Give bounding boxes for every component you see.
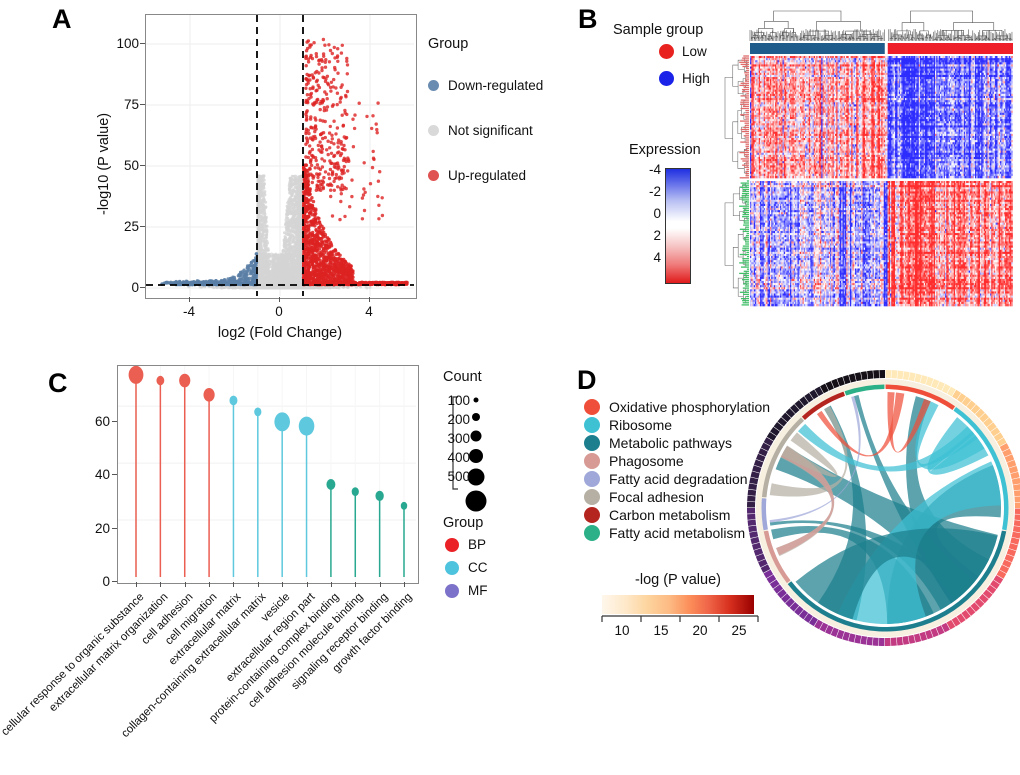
pathway-swatch-icon	[584, 489, 600, 505]
panel-a-legend: Group Down-regulated Not significant Up-…	[428, 36, 543, 183]
panel-c-group-legend: BP CC MF	[445, 537, 488, 598]
pathway-swatch-icon	[584, 507, 600, 523]
panel-b-expression-title: Expression	[629, 142, 701, 158]
panel-d-cb-tick: 10	[608, 623, 636, 638]
panel-c-xtickmark	[257, 582, 259, 587]
panel-c-legend-item-cc[interactable]: CC	[445, 560, 488, 575]
panel-b-expr-tick: 2	[635, 228, 661, 250]
panel-a-legend-item-notsig[interactable]: Not significant	[428, 123, 543, 138]
panel-d-legend-label: Metabolic pathways	[609, 435, 732, 451]
panel-c-count-tick: 400	[438, 450, 470, 469]
panel-a-ytick-0: 0	[111, 280, 139, 295]
panel-b-heatmap: B Sample group Low High Expression -4 -2…	[575, 0, 1020, 335]
panel-a-legend-label: Up-regulated	[448, 168, 526, 183]
panel-c-xtickmark	[136, 582, 137, 587]
panel-c-xtickmark	[282, 582, 284, 587]
panel-b-expr-tick: 0	[635, 206, 661, 228]
panel-a-ytick-25: 25	[111, 219, 139, 234]
pathway-swatch-icon	[584, 471, 600, 487]
low-group-swatch-icon	[659, 44, 674, 59]
panel-c-xtickmark	[379, 582, 381, 587]
panel-d-cb-tick: 15	[647, 623, 675, 638]
up-regulated-swatch-icon	[428, 170, 439, 181]
panel-a-xtick-neg4: -4	[169, 304, 209, 319]
panel-c-go-lollipop: C 60 40 20 0 cellular response to organi…	[0, 355, 575, 775]
panel-c-count-legend-labels: 100 200 300 400 500	[438, 393, 470, 488]
cc-swatch-icon	[445, 560, 459, 575]
panel-c-count-tick: 300	[438, 431, 470, 450]
not-significant-swatch-icon	[428, 125, 439, 136]
pathway-swatch-icon	[584, 435, 600, 451]
panel-b-sample-group-title: Sample group	[613, 22, 703, 38]
panel-c-group-label: BP	[468, 537, 486, 552]
panel-b-expression-colorbar	[665, 168, 691, 284]
pathway-swatch-icon	[584, 525, 600, 541]
panel-b-label: B	[578, 6, 598, 33]
pathway-swatch-icon	[584, 417, 600, 433]
panel-a-xtick-0: 0	[259, 304, 299, 319]
panel-c-count-tick: 100	[438, 393, 470, 412]
panel-d-label: D	[577, 367, 597, 394]
panel-c-xtickmark	[233, 582, 235, 587]
panel-d-cb-tick: 20	[686, 623, 714, 638]
bp-swatch-icon	[445, 537, 459, 552]
panel-c-xtickmark	[306, 582, 308, 587]
panel-c-xtickmark	[404, 582, 405, 587]
panel-c-group-legend-title: Group	[443, 515, 483, 531]
panel-d-legend-label: Ribosome	[609, 417, 672, 433]
panel-a-xtick-4: 4	[349, 304, 389, 319]
panel-c-legend-item-bp[interactable]: BP	[445, 537, 488, 552]
panel-d-legend-label: Focal adhesion	[609, 489, 704, 505]
panel-a-xtickmark	[189, 297, 190, 302]
panel-a-y-axis-title: -log10 (P value)	[96, 113, 112, 215]
panel-d-colorbar-title: -log (P value)	[598, 572, 758, 588]
panel-b-expression-ticks: -4 -2 0 2 4	[635, 162, 661, 272]
panel-a-legend-label: Down-regulated	[448, 78, 543, 93]
panel-a-scatter-canvas	[146, 15, 414, 296]
panel-b-expr-tick: -4	[635, 162, 661, 184]
panel-a-volcano-plot: A -log10 (P value) 100 75 50 25 0 -4 0 4…	[0, 0, 580, 350]
panel-c-category-label: cellular response to organic substance	[0, 591, 146, 738]
panel-d-legend-label: Fatty acid degradation	[609, 471, 748, 487]
panel-a-ytick-100: 100	[111, 36, 139, 51]
pathway-swatch-icon	[584, 453, 600, 469]
panel-a-legend-label: Not significant	[448, 123, 533, 138]
panel-c-xtickmark	[209, 582, 211, 587]
panel-a-xtickmark	[369, 297, 370, 302]
panel-c-category-label: extracellular matrix organization	[48, 591, 171, 714]
panel-c-group-label: CC	[468, 560, 488, 575]
panel-a-label: A	[52, 6, 72, 33]
pathway-swatch-icon	[584, 399, 600, 415]
panel-b-expr-tick: 4	[635, 250, 661, 272]
panel-b-expr-tick: -2	[635, 184, 661, 206]
mf-swatch-icon	[445, 583, 459, 598]
panel-a-xtickmark	[279, 297, 280, 302]
panel-a-legend-title: Group	[428, 36, 543, 52]
down-regulated-swatch-icon	[428, 80, 439, 91]
panel-d-kegg-chord: D Oxidative phosphorylation Ribosome Metab…	[560, 355, 1020, 655]
panel-a-x-axis-title: log2 (Fold Change)	[145, 325, 415, 341]
panel-a-legend-item-up[interactable]: Up-regulated	[428, 168, 543, 183]
panel-c-xtickmark	[184, 582, 186, 587]
panel-d-legend-label: Carbon metabolism	[609, 507, 730, 523]
panel-a-ytick-50: 50	[111, 158, 139, 173]
panel-d-chord-canvas	[747, 370, 1020, 646]
panel-b-heatmap-canvas	[724, 10, 1013, 307]
panel-d-legend-label: Phagosome	[609, 453, 684, 469]
panel-a-plot-area	[145, 14, 417, 299]
panel-d-legend-label: Fatty acid metabolism	[609, 525, 745, 541]
panel-c-xtickmark	[160, 582, 162, 587]
panel-d-colorbar	[602, 595, 754, 614]
panel-c-xtickmark	[330, 582, 332, 587]
panel-c-count-legend-title: Count	[443, 369, 482, 385]
panel-c-xtickmark	[355, 582, 357, 587]
panel-c-count-tick: 500	[438, 469, 470, 488]
panel-a-legend-item-down[interactable]: Down-regulated	[428, 78, 543, 93]
panel-c-group-label: MF	[468, 583, 488, 598]
panel-c-legend-item-mf[interactable]: MF	[445, 583, 488, 598]
panel-a-ytick-75: 75	[111, 97, 139, 112]
panel-c-count-tick: 200	[438, 412, 470, 431]
high-group-swatch-icon	[659, 71, 674, 86]
